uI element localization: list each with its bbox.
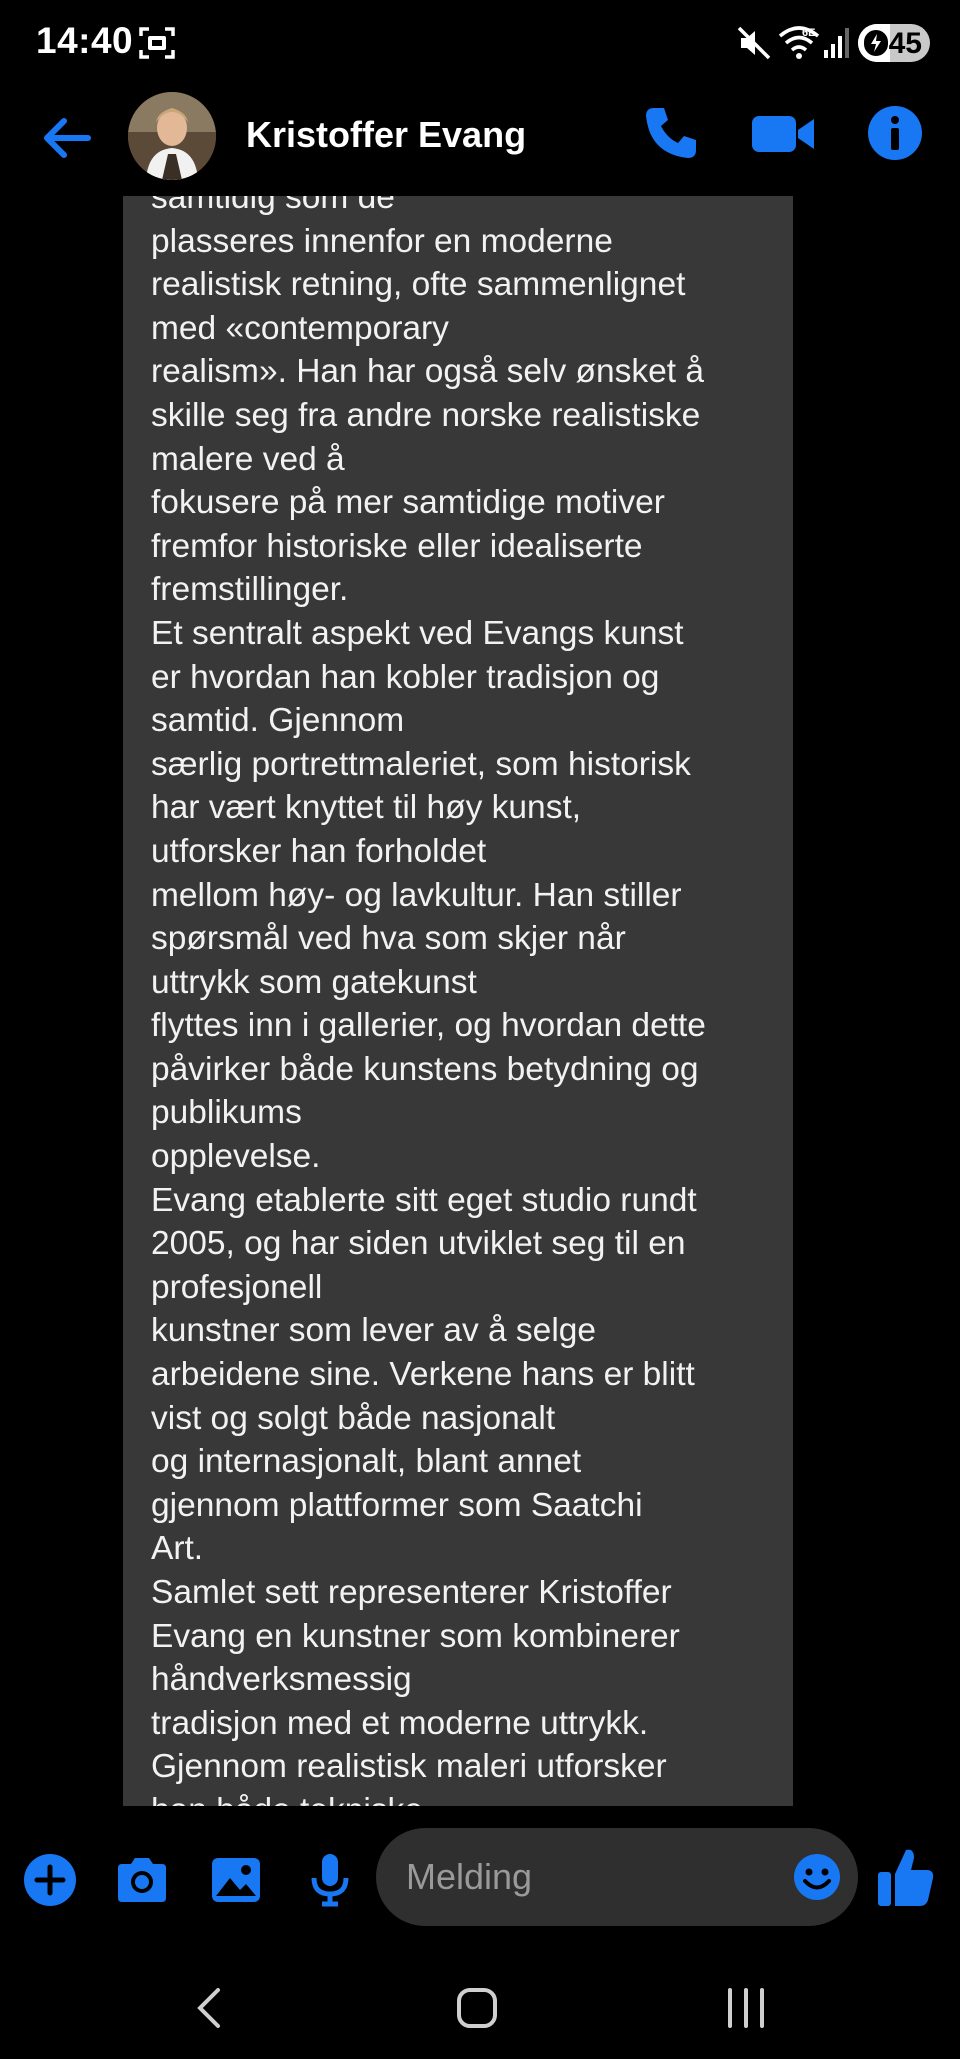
message-placeholder: Melding <box>406 1856 533 1897</box>
message-line: påvirker både kunstens betydning og <box>151 1050 699 1088</box>
avatar[interactable] <box>128 92 216 180</box>
contact-name[interactable]: Kristoffer Evang <box>246 114 526 156</box>
message-line: opplevelse. <box>151 1138 321 1176</box>
emoji-icon[interactable] <box>792 1852 842 1902</box>
message-line: profesjonell <box>151 1268 323 1306</box>
message-line: og internasjonalt, blant annet <box>151 1443 582 1481</box>
message-text: samtidig som de plasseres innenfor en mod… <box>151 196 791 1806</box>
nav-back-icon[interactable] <box>190 1986 230 2030</box>
message-line: Gjennom realistisk maleri utforsker <box>151 1748 667 1786</box>
message-line: Samlet sett representerer Kristoffer <box>151 1574 672 1611</box>
message-line: Evang en kunstner som kombinerer <box>151 1617 680 1655</box>
message-line: han både tekniske <box>151 1789 791 1806</box>
screen-record-icon <box>139 27 175 59</box>
battery-icon: 45 <box>858 24 930 62</box>
plus-icon[interactable] <box>20 1850 80 1910</box>
nav-recents-icon[interactable] <box>724 1984 768 2032</box>
message-line: realistisk retning, ofte sammenlignet <box>151 266 686 304</box>
mute-icon <box>737 26 771 60</box>
message-line: 2005, og har siden utviklet seg til en <box>151 1225 686 1263</box>
message-line: Art. <box>151 1530 204 1568</box>
message-line: kunstner som lever av å selge <box>151 1312 597 1350</box>
message-line: skille seg fra andre norske realistiske <box>151 396 701 434</box>
back-arrow-icon[interactable] <box>36 108 96 168</box>
system-navigation-bar <box>0 1948 960 2059</box>
message-input[interactable]: Melding <box>376 1828 858 1926</box>
message-line: plasseres innenfor en moderne <box>151 222 613 260</box>
conversation-header: Kristoffer Evang <box>0 84 960 196</box>
message-line: Evang etablerte sitt eget studio rundt <box>151 1181 697 1219</box>
message-line: publikums <box>151 1094 302 1132</box>
image-icon[interactable] <box>206 1850 266 1910</box>
message-line: utforsker han forholdet <box>151 832 487 870</box>
message-line: Et sentralt aspekt ved Evangs kunst <box>151 614 684 652</box>
message-line: tradisjon med et moderne uttrykk. <box>151 1704 649 1742</box>
message-list[interactable]: samtidig som de plasseres innenfor en mod… <box>0 196 960 1808</box>
signal-icon <box>824 28 849 58</box>
message-line: har vært knyttet til høy kunst, <box>151 789 582 827</box>
nav-home-icon[interactable] <box>455 1986 499 2030</box>
status-time: 14:40 <box>36 20 134 61</box>
message-line: fremstillinger. <box>151 571 349 609</box>
message-line: gjennom plattformer som Saatchi <box>151 1486 643 1524</box>
phone-icon[interactable] <box>640 102 702 164</box>
message-line: arbeidene sine. Verkene hans er blitt <box>151 1356 695 1394</box>
message-line: vist og solgt både nasjonalt <box>151 1399 556 1437</box>
battery-percentage: 45 <box>888 27 922 60</box>
status-bar: 14:40 6E 45 <box>0 0 960 84</box>
message-line: samtid. Gjennom <box>151 702 405 740</box>
wifi-6e-icon: 6E <box>778 26 820 59</box>
message-line: håndverksmessig <box>151 1661 412 1699</box>
message-line: malere ved å <box>151 440 345 478</box>
composer-bar: Melding <box>0 1808 960 1948</box>
message-line: mellom høy- og lavkultur. Han stiller <box>151 876 682 914</box>
message-bubble[interactable]: samtidig som de plasseres innenfor en mod… <box>123 196 793 1806</box>
message-line: samtidig som de <box>151 196 395 216</box>
message-line: uttrykk som gatekunst <box>151 963 477 1001</box>
message-line: er hvordan han kobler tradisjon og <box>151 658 660 696</box>
microphone-icon[interactable] <box>300 1850 360 1910</box>
info-icon[interactable] <box>866 104 924 162</box>
message-line: spørsmål ved hva som skjer når <box>151 920 626 958</box>
camera-icon[interactable] <box>112 1850 172 1910</box>
message-line: realism». Han har også selv ønsket å <box>151 353 704 391</box>
charging-icon <box>864 30 888 56</box>
message-line: særlig portrettmaleriet, som historisk <box>151 745 691 783</box>
message-line: fokusere på mer samtidige motiver <box>151 484 665 522</box>
message-line: med «contemporary <box>151 309 449 347</box>
message-line: fremfor historiske eller idealiserte <box>151 527 643 565</box>
thumbs-up-icon[interactable] <box>876 1844 936 1910</box>
message-line: flyttes inn i gallerier, og hvordan dett… <box>151 1007 706 1045</box>
video-camera-icon[interactable] <box>750 104 816 164</box>
svg-text:6E: 6E <box>802 27 815 39</box>
